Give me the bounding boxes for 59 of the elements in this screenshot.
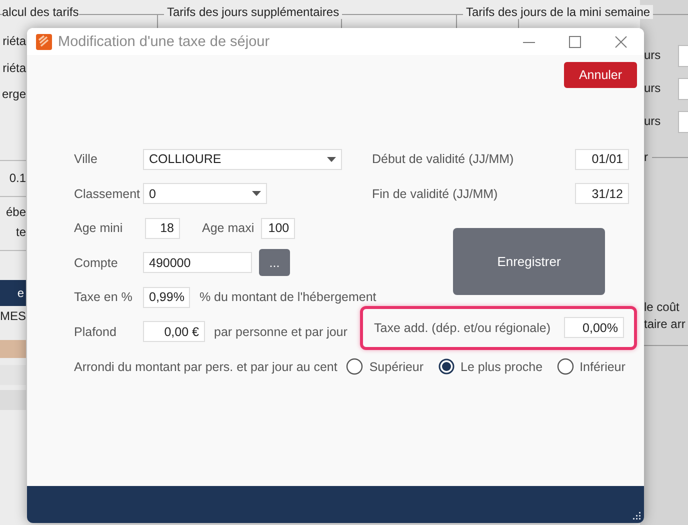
label: r bbox=[644, 150, 648, 164]
label: te bbox=[16, 225, 26, 239]
input-field[interactable]: 0,99% bbox=[143, 286, 190, 308]
input-field[interactable]: 0,00 € bbox=[143, 321, 205, 342]
browse-button[interactable]: ... bbox=[259, 249, 290, 276]
cancel-button[interactable]: Annuler bbox=[564, 62, 637, 88]
group-title: alcul des tarifs bbox=[2, 5, 79, 19]
input-field[interactable]: 31/12 bbox=[575, 183, 629, 204]
input-field[interactable] bbox=[678, 111, 688, 133]
list-row[interactable] bbox=[0, 340, 26, 358]
field-label: Classement bbox=[74, 186, 141, 201]
field-label: Compte bbox=[74, 256, 119, 270]
label: 0.1 bbox=[9, 171, 26, 185]
dropdown[interactable]: 0 bbox=[143, 183, 267, 204]
caret-icon bbox=[252, 191, 261, 196]
input-field[interactable]: 18 bbox=[145, 218, 180, 239]
caret-icon bbox=[327, 156, 336, 162]
label: riéta bbox=[2, 61, 26, 75]
close-icon[interactable] bbox=[615, 36, 627, 48]
label: ébe bbox=[6, 205, 26, 219]
label: urs bbox=[644, 81, 661, 95]
field-label: Arrondi du montant par pers. et par jour au cent bbox=[74, 360, 338, 374]
group-title: Tarifs des jours supplémentaires bbox=[164, 5, 342, 19]
input-field[interactable] bbox=[678, 45, 688, 67]
input-field[interactable] bbox=[678, 78, 688, 100]
list-row[interactable] bbox=[0, 390, 26, 410]
label: MES bbox=[0, 309, 26, 323]
field-hint: par personne et par jour bbox=[214, 324, 348, 339]
field-label: Plafond bbox=[74, 324, 118, 339]
field-label: Début de validité (JJ/MM) bbox=[372, 152, 514, 166]
field-label: Ville bbox=[74, 152, 98, 166]
app-logo-icon bbox=[36, 34, 52, 50]
label: erge bbox=[2, 87, 26, 101]
radio-option[interactable]: Inférieur bbox=[556, 358, 626, 376]
label: urs bbox=[644, 48, 661, 62]
field-hint: % du montant de l'hébergement bbox=[199, 290, 376, 304]
resize-grip-icon[interactable] bbox=[632, 511, 641, 520]
label: riéta bbox=[2, 34, 26, 48]
maximize-icon[interactable] bbox=[569, 36, 581, 48]
radio-option[interactable]: Le plus proche bbox=[438, 358, 543, 376]
input-field[interactable]: 490000 bbox=[143, 252, 252, 274]
input-field[interactable]: 100 bbox=[261, 218, 296, 239]
label: urs bbox=[644, 114, 661, 128]
dropdown[interactable]: COLLIOURE bbox=[143, 148, 342, 170]
field-label: Fin de validité (JJ/MM) bbox=[372, 186, 498, 201]
group-title: Tarifs des jours de la mini semaine bbox=[463, 5, 654, 19]
field-label: Taxe add. (dép. et/ou régionale) bbox=[374, 320, 551, 334]
input-field[interactable]: 0,00% bbox=[564, 317, 624, 338]
list-row[interactable] bbox=[0, 365, 26, 385]
field-label: Taxe en % bbox=[74, 290, 134, 304]
input-field[interactable]: 01/01 bbox=[575, 148, 629, 170]
radio-option[interactable]: Supérieur bbox=[346, 358, 424, 376]
window-title: Modification d'une taxe de séjour bbox=[58, 34, 271, 50]
field-label: Age maxi bbox=[202, 221, 254, 236]
list-row[interactable]: e bbox=[0, 280, 26, 306]
field-label: Age mini bbox=[74, 221, 124, 236]
save-button[interactable]: Enregistrer bbox=[453, 228, 605, 294]
label: le coût bbox=[644, 300, 680, 314]
label: taire arr bbox=[644, 317, 686, 331]
